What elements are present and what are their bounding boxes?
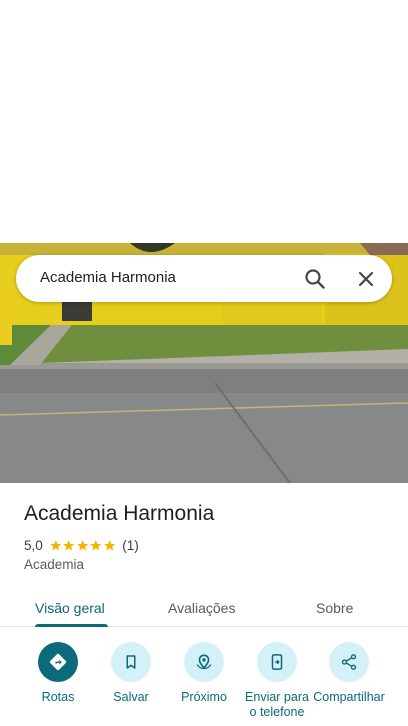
nearby-button[interactable]: Próximo [169,642,239,705]
send-to-phone-button[interactable]: Enviar para o telefone [242,642,312,720]
tab-overview[interactable]: Visão geral [35,600,105,616]
send-to-phone-icon [257,642,297,682]
bookmark-icon [111,642,151,682]
share-icon [329,642,369,682]
nearby-label: Próximo [181,690,227,704]
review-count[interactable]: (1) [122,538,139,553]
search-input[interactable]: Academia Harmonia [40,269,176,286]
active-tab-indicator [35,624,108,627]
star-icon [77,539,88,550]
star-icon [104,539,115,550]
send-to-phone-label: Enviar para o telefone [245,690,309,719]
search-icon[interactable] [302,266,328,292]
search-bar[interactable]: Academia Harmonia [16,255,392,302]
place-title: Academia Harmonia [24,502,215,525]
save-button[interactable]: Salvar [96,642,166,705]
map-area[interactable] [0,0,408,243]
place-category: Academia [24,557,85,572]
save-label: Salvar [113,690,149,704]
directions-button[interactable]: Rotas [23,642,93,705]
close-icon[interactable] [353,266,379,292]
star-icon [50,539,61,550]
share-button[interactable]: Compartilhar [313,642,385,705]
star-icon [63,539,75,550]
rating-row[interactable]: 5,0 (1) [24,537,139,553]
star-rating [49,539,117,552]
nearby-icon [184,642,224,682]
share-label: Compartilhar [313,690,385,704]
tab-bar: Visão geral Avaliações Sobre [0,587,408,627]
place-sheet: Academia Harmonia 5,0 (1) Academia Visão… [0,483,408,726]
tab-reviews[interactable]: Avaliações [168,600,235,616]
rating-value: 5,0 [24,537,43,553]
directions-icon [38,642,78,682]
directions-label: Rotas [41,690,75,704]
tab-about[interactable]: Sobre [316,600,353,616]
star-icon [90,539,102,550]
